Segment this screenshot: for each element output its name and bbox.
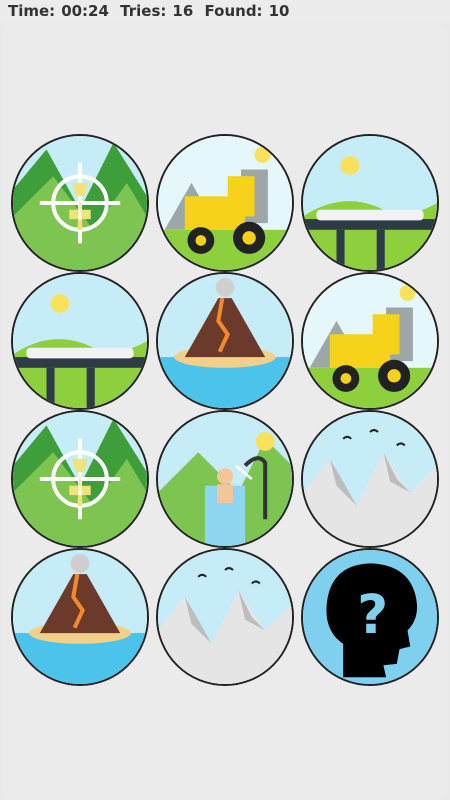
mountains-icon (158, 550, 292, 684)
status-bar: Time: 00:24 Tries: 16 Found: 10 (0, 0, 450, 22)
time-value: 00:24 (61, 2, 109, 20)
svg-text:?: ? (357, 583, 388, 646)
memory-card-5[interactable] (156, 272, 294, 410)
found-label: Found: (204, 2, 263, 20)
memory-card-4[interactable] (11, 272, 149, 410)
question-head-icon: ? (303, 550, 437, 684)
game-board: ? (2, 24, 448, 800)
memory-card-6[interactable] (301, 272, 439, 410)
train-bridge-icon (13, 274, 147, 408)
memory-card-7[interactable] (11, 410, 149, 548)
memory-card-2[interactable] (156, 134, 294, 272)
tractor-icon (303, 274, 437, 408)
memory-card-8[interactable] (156, 410, 294, 548)
time-label: Time: (8, 2, 56, 20)
mountains-icon (303, 412, 437, 546)
volcano-icon (13, 550, 147, 684)
shower-icon (158, 412, 292, 546)
deer-target-icon (13, 412, 147, 546)
memory-card-9[interactable] (301, 410, 439, 548)
memory-card-11[interactable] (156, 548, 294, 686)
memory-card-10[interactable] (11, 548, 149, 686)
deer-target-icon (13, 136, 147, 270)
tractor-icon (158, 136, 292, 270)
tries-label: Tries: (120, 2, 167, 20)
memory-card-1[interactable] (11, 134, 149, 272)
volcano-icon (158, 274, 292, 408)
found-value: 10 (268, 2, 290, 20)
memory-card-3[interactable] (301, 134, 439, 272)
tries-value: 16 (172, 2, 194, 20)
train-bridge-icon (303, 136, 437, 270)
memory-card-12[interactable]: ? (301, 548, 439, 686)
